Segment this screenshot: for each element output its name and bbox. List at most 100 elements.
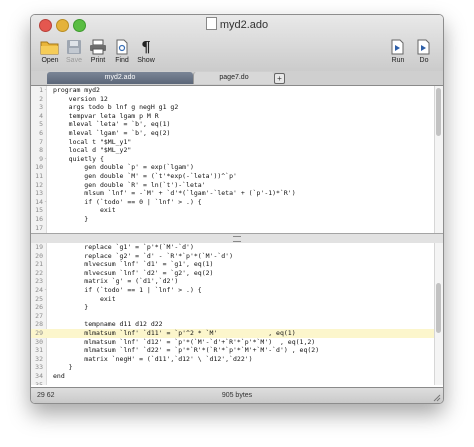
code-text: exit xyxy=(53,206,116,215)
code-line[interactable]: 26 } xyxy=(31,303,435,312)
code-line[interactable]: 24- if (`todo' == 1 | `lnf' > .) { xyxy=(31,286,435,295)
code-text: args todo b lnf g negH g1 g2 xyxy=(53,103,179,112)
show-button[interactable]: ¶ Show xyxy=(131,37,161,64)
scroll-thumb-bottom[interactable] xyxy=(436,283,441,333)
code-area-top[interactable]: 1- program myd2 2 version 12 3 args todo b … xyxy=(31,86,435,233)
line-number: 7 xyxy=(39,137,43,146)
code-line[interactable]: 2 version 12 xyxy=(31,95,435,104)
code-line[interactable]: 7 local t "$ML_y1" xyxy=(31,138,435,147)
code-line[interactable]: 22 mlvecsum `lnf' `d2' = `g2', eq(2) xyxy=(31,269,435,278)
code-line[interactable]: 16 } xyxy=(31,215,435,224)
line-number: 32 xyxy=(35,354,43,363)
line-number: 25 xyxy=(35,294,43,303)
scroll-thumb-top[interactable] xyxy=(436,88,441,136)
line-number: 21 xyxy=(35,260,43,269)
line-number: 10 xyxy=(35,163,43,172)
line-number: 13 xyxy=(35,189,43,198)
code-line[interactable]: 8 local d "$ML_y2" xyxy=(31,146,435,155)
do-label: Do xyxy=(419,57,429,64)
code-line[interactable]: 9- quietly { xyxy=(31,155,435,164)
code-text: mleval `lgam' = `b', eq(2) xyxy=(53,128,171,137)
code-text: end xyxy=(53,371,65,380)
line-number: 20 xyxy=(35,251,43,260)
code-line[interactable]: 14- if (`todo' == 0 | `lnf' > .) { xyxy=(31,198,435,207)
line-number: 26 xyxy=(35,303,43,312)
tab-page7[interactable]: page7.do xyxy=(193,72,274,84)
resize-grip-icon[interactable] xyxy=(433,394,441,402)
line-number: 15 xyxy=(35,206,43,215)
status-bar: 29 62 905 bytes xyxy=(31,387,443,403)
code-line[interactable]: 33 } xyxy=(31,363,435,372)
code-line[interactable]: 27 xyxy=(31,312,435,321)
code-line[interactable]: 15 exit xyxy=(31,206,435,215)
code-area-bottom[interactable]: 19 replace `g1' = `p'*(`M'-`d') 20 replac… xyxy=(31,243,435,385)
code-text: if (`todo' == 1 | `lnf' > .) { xyxy=(53,285,202,294)
vertical-scrollbar-top[interactable] xyxy=(434,86,443,233)
code-text: mlmatsum `lnf' `d11' = `p'^2 * `M' , eq(… xyxy=(53,328,296,337)
code-text: mlvecsum `lnf' `d2' = `g2', eq(2) xyxy=(53,268,214,277)
fold-marker-icon[interactable]: - xyxy=(44,286,48,295)
code-line[interactable]: 29 mlmatsum `lnf' `d11' = `p'^2 * `M' , … xyxy=(31,328,435,338)
code-line[interactable]: 13 mlsum `lnf' = -`M' + `d'*(`lgam'-`let… xyxy=(31,189,435,198)
pilcrow-icon: ¶ xyxy=(141,38,151,56)
code-line[interactable]: 34 end xyxy=(31,372,435,381)
code-text: } xyxy=(53,214,89,223)
code-text: replace `g2' = `d' - `R'*`p'*(`M'-`d') xyxy=(53,251,234,260)
code-line[interactable]: 25 exit xyxy=(31,295,435,304)
line-number: 29 xyxy=(35,328,43,337)
add-tab-button[interactable]: + xyxy=(274,73,285,84)
code-line[interactable]: 20 replace `g2' = `d' - `R'*`p'*(`M'-`d'… xyxy=(31,252,435,261)
window-title: myd2.ado xyxy=(219,19,269,31)
code-text: mlvecsum `lnf' `d1' = `g1', eq(1) xyxy=(53,260,214,269)
code-line[interactable]: 30 mlmatsum `lnf' `d12' = `p'*(`M'-`d'+`… xyxy=(31,338,435,347)
line-number: 16 xyxy=(35,214,43,223)
code-text: gen double `R' = ln(`t')-`leta' xyxy=(53,180,206,189)
do-button[interactable]: Do xyxy=(409,37,439,64)
code-text: } xyxy=(53,303,89,312)
code-line[interactable]: 21 mlvecsum `lnf' `d1' = `g1', eq(1) xyxy=(31,260,435,269)
code-line[interactable]: 23 matrix `g' = (`d1',`d2') xyxy=(31,277,435,286)
code-text: mlsum `lnf' = -`M' + `d'*(`lgam'-`leta' … xyxy=(53,189,296,198)
code-line[interactable]: 12 gen double `R' = ln(`t')-`leta' xyxy=(31,181,435,190)
code-line[interactable]: 1- program myd2 xyxy=(31,86,435,95)
vertical-scrollbar-bottom[interactable] xyxy=(434,243,443,385)
code-line[interactable]: 11 gen double `M' = (`t'*exp(-`leta'))^`… xyxy=(31,172,435,181)
fold-marker-icon[interactable]: - xyxy=(44,86,48,95)
code-line[interactable]: 4 tempvar leta lgam p M R xyxy=(31,112,435,121)
editor-pane-bottom[interactable]: 19 replace `g1' = `p'*(`M'-`d') 20 replac… xyxy=(31,243,443,385)
code-line[interactable]: 32 matrix `negH' = (`d11',`d12' \ `d12',… xyxy=(31,355,435,364)
code-line[interactable]: 5 mleval `leta' = `b', eq(1) xyxy=(31,120,435,129)
fold-marker-icon[interactable]: - xyxy=(44,198,48,207)
fold-marker-icon[interactable]: - xyxy=(44,155,48,164)
code-line[interactable]: 17 xyxy=(31,224,435,233)
run-icon xyxy=(391,39,404,55)
code-line[interactable]: 3 args todo b lnf g negH g1 g2 xyxy=(31,103,435,112)
code-line[interactable]: 10 gen double `p' = exp(`lgam') xyxy=(31,163,435,172)
line-number: 1 xyxy=(39,86,43,94)
code-line[interactable]: 28 tempname d11 d12 d22 xyxy=(31,320,435,329)
code-text: local d "$ML_y2" xyxy=(53,146,132,155)
tab-bar: myd2.ado page7.do + xyxy=(31,71,443,86)
line-number: 28 xyxy=(35,320,43,329)
code-line[interactable]: 31 mlmatsum `lnf' `d22' = `p'*`R'*(`R'*`… xyxy=(31,346,435,355)
drag-grip-icon xyxy=(233,236,241,242)
code-text: matrix `negH' = (`d11',`d12' \ `d12',`d2… xyxy=(53,354,253,363)
code-text: gen double `M' = (`t'*exp(-`leta'))^`p' xyxy=(53,171,237,180)
code-text: exit xyxy=(53,294,116,303)
code-line[interactable]: 35 xyxy=(31,381,435,386)
code-text: mleval `leta' = `b', eq(1) xyxy=(53,120,171,129)
code-text: local t "$ML_y1" xyxy=(53,137,132,146)
document-icon xyxy=(205,17,217,30)
show-label: Show xyxy=(137,57,155,64)
line-number: 2 xyxy=(39,94,43,103)
tab-myd2[interactable]: myd2.ado xyxy=(47,72,193,84)
do-icon xyxy=(417,39,430,55)
code-line[interactable]: 6 mleval `lgam' = `b', eq(2) xyxy=(31,129,435,138)
editor-pane-top[interactable]: 1- program myd2 2 version 12 3 args todo b … xyxy=(31,86,443,233)
code-line[interactable]: 19 replace `g1' = `p'*(`M'-`d') xyxy=(31,243,435,252)
line-number: 5 xyxy=(39,120,43,129)
code-text: matrix `g' = (`d1',`d2') xyxy=(53,277,179,286)
line-number: 23 xyxy=(35,277,43,286)
code-text: quietly { xyxy=(53,154,104,163)
file-size: 905 bytes xyxy=(221,392,253,399)
